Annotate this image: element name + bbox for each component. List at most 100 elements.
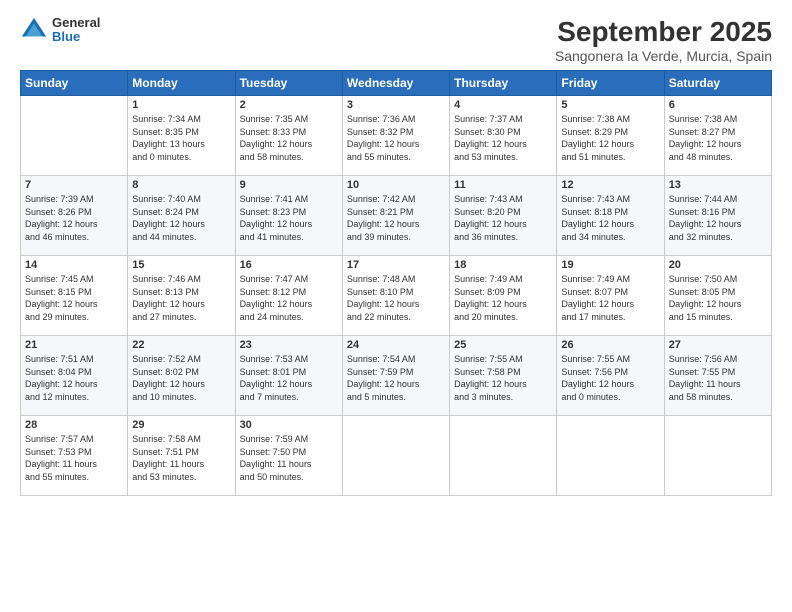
calendar-cell: 11 Sunrise: 7:43 AM Sunset: 8:20 PM Dayli… — [450, 176, 557, 256]
day-info: Sunrise: 7:49 AM Sunset: 8:09 PM Dayligh… — [454, 273, 552, 323]
location: Sangonera la Verde, Murcia, Spain — [555, 48, 772, 64]
day-number: 19 — [561, 259, 659, 271]
title-block: September 2025 Sangonera la Verde, Murci… — [555, 16, 772, 64]
day-info: Sunrise: 7:51 AM Sunset: 8:04 PM Dayligh… — [25, 353, 123, 403]
day-number: 8 — [132, 179, 230, 191]
col-sunday: Sunday — [21, 71, 128, 96]
day-info: Sunrise: 7:54 AM Sunset: 7:59 PM Dayligh… — [347, 353, 445, 403]
day-number: 21 — [25, 339, 123, 351]
day-info: Sunrise: 7:40 AM Sunset: 8:24 PM Dayligh… — [132, 193, 230, 243]
calendar-cell: 17 Sunrise: 7:48 AM Sunset: 8:10 PM Dayli… — [342, 256, 449, 336]
calendar-cell: 1 Sunrise: 7:34 AM Sunset: 8:35 PM Daylig… — [128, 96, 235, 176]
day-info: Sunrise: 7:52 AM Sunset: 8:02 PM Dayligh… — [132, 353, 230, 403]
day-number: 15 — [132, 259, 230, 271]
day-info: Sunrise: 7:45 AM Sunset: 8:15 PM Dayligh… — [25, 273, 123, 323]
calendar-cell: 10Sunrise: 7:42 AM Sunset: 8:21 PM Dayli… — [342, 176, 449, 256]
calendar-week-4: 21 Sunrise: 7:51 AM Sunset: 8:04 PM Dayli… — [21, 336, 772, 416]
calendar-week-3: 14 Sunrise: 7:45 AM Sunset: 8:15 PM Dayli… — [21, 256, 772, 336]
day-info: Sunrise: 7:59 AM Sunset: 7:50 PM Dayligh… — [240, 433, 338, 483]
day-info: Sunrise: 7:46 AM Sunset: 8:13 PM Dayligh… — [132, 273, 230, 323]
calendar-cell: 18 Sunrise: 7:49 AM Sunset: 8:09 PM Dayli… — [450, 256, 557, 336]
calendar-cell: 3Sunrise: 7:36 AM Sunset: 8:32 PM Daylig… — [342, 96, 449, 176]
col-friday: Friday — [557, 71, 664, 96]
day-number: 24 — [347, 339, 445, 351]
calendar-cell: 26 Sunrise: 7:55 AM Sunset: 7:56 PM Dayli… — [557, 336, 664, 416]
calendar-cell: 21 Sunrise: 7:51 AM Sunset: 8:04 PM Dayli… — [21, 336, 128, 416]
day-number: 27 — [669, 339, 767, 351]
logo-general: General — [52, 16, 100, 30]
calendar-page: General Blue September 2025 Sangonera la… — [0, 0, 792, 612]
day-number: 26 — [561, 339, 659, 351]
logo: General Blue — [20, 16, 100, 45]
calendar-cell: 4Sunrise: 7:37 AM Sunset: 8:30 PM Daylig… — [450, 96, 557, 176]
day-info: Sunrise: 7:53 AM Sunset: 8:01 PM Dayligh… — [240, 353, 338, 403]
calendar-cell: 8 Sunrise: 7:40 AM Sunset: 8:24 PM Daylig… — [128, 176, 235, 256]
calendar-cell: 14 Sunrise: 7:45 AM Sunset: 8:15 PM Dayli… — [21, 256, 128, 336]
page-header: General Blue September 2025 Sangonera la… — [20, 16, 772, 64]
day-number: 16 — [240, 259, 338, 271]
calendar-table: Sunday Monday Tuesday Wednesday Thursday… — [20, 70, 772, 496]
calendar-cell: 5Sunrise: 7:38 AM Sunset: 8:29 PM Daylig… — [557, 96, 664, 176]
calendar-cell — [21, 96, 128, 176]
calendar-cell: 12 Sunrise: 7:43 AM Sunset: 8:18 PM Dayli… — [557, 176, 664, 256]
day-number: 13 — [669, 179, 767, 191]
day-info: Sunrise: 7:57 AM Sunset: 7:53 PM Dayligh… — [25, 433, 123, 483]
calendar-cell — [342, 416, 449, 496]
day-info: Sunrise: 7:49 AM Sunset: 8:07 PM Dayligh… — [561, 273, 659, 323]
day-number: 12 — [561, 179, 659, 191]
day-info: Sunrise: 7:35 AM Sunset: 8:33 PM Dayligh… — [240, 113, 338, 163]
logo-icon — [20, 16, 48, 44]
day-number: 25 — [454, 339, 552, 351]
day-number: 4 — [454, 99, 552, 111]
calendar-cell — [450, 416, 557, 496]
header-row: Sunday Monday Tuesday Wednesday Thursday… — [21, 71, 772, 96]
calendar-cell — [557, 416, 664, 496]
day-number: 9 — [240, 179, 338, 191]
day-number: 1 — [132, 99, 230, 111]
calendar-cell — [664, 416, 771, 496]
calendar-cell: 27 Sunrise: 7:56 AM Sunset: 7:55 PM Dayli… — [664, 336, 771, 416]
logo-blue: Blue — [52, 30, 100, 44]
day-info: Sunrise: 7:41 AM Sunset: 8:23 PM Dayligh… — [240, 193, 338, 243]
calendar-week-1: 1 Sunrise: 7:34 AM Sunset: 8:35 PM Daylig… — [21, 96, 772, 176]
calendar-cell: 24 Sunrise: 7:54 AM Sunset: 7:59 PM Dayli… — [342, 336, 449, 416]
calendar-cell: 22 Sunrise: 7:52 AM Sunset: 8:02 PM Dayli… — [128, 336, 235, 416]
col-wednesday: Wednesday — [342, 71, 449, 96]
day-info: Sunrise: 7:43 AM Sunset: 8:18 PM Dayligh… — [561, 193, 659, 243]
calendar-cell: 25 Sunrise: 7:55 AM Sunset: 7:58 PM Dayli… — [450, 336, 557, 416]
day-info: Sunrise: 7:38 AM Sunset: 8:29 PM Dayligh… — [561, 113, 659, 163]
calendar-cell: 13 Sunrise: 7:44 AM Sunset: 8:16 PM Dayli… — [664, 176, 771, 256]
day-info: Sunrise: 7:48 AM Sunset: 8:10 PM Dayligh… — [347, 273, 445, 323]
day-info: Sunrise: 7:39 AM Sunset: 8:26 PM Dayligh… — [25, 193, 123, 243]
day-number: 3 — [347, 99, 445, 111]
day-info: Sunrise: 7:44 AM Sunset: 8:16 PM Dayligh… — [669, 193, 767, 243]
day-number: 17 — [347, 259, 445, 271]
calendar-week-2: 7 Sunrise: 7:39 AM Sunset: 8:26 PM Daylig… — [21, 176, 772, 256]
day-info: Sunrise: 7:34 AM Sunset: 8:35 PM Dayligh… — [132, 113, 230, 163]
day-number: 14 — [25, 259, 123, 271]
day-number: 30 — [240, 419, 338, 431]
day-number: 11 — [454, 179, 552, 191]
calendar-cell: 23Sunrise: 7:53 AM Sunset: 8:01 PM Dayli… — [235, 336, 342, 416]
calendar-cell: 19 Sunrise: 7:49 AM Sunset: 8:07 PM Dayli… — [557, 256, 664, 336]
calendar-cell: 7 Sunrise: 7:39 AM Sunset: 8:26 PM Daylig… — [21, 176, 128, 256]
day-info: Sunrise: 7:55 AM Sunset: 7:58 PM Dayligh… — [454, 353, 552, 403]
day-number: 20 — [669, 259, 767, 271]
day-info: Sunrise: 7:55 AM Sunset: 7:56 PM Dayligh… — [561, 353, 659, 403]
day-number: 28 — [25, 419, 123, 431]
day-number: 29 — [132, 419, 230, 431]
day-number: 22 — [132, 339, 230, 351]
calendar-week-5: 28 Sunrise: 7:57 AM Sunset: 7:53 PM Dayli… — [21, 416, 772, 496]
col-thursday: Thursday — [450, 71, 557, 96]
calendar-cell: 28 Sunrise: 7:57 AM Sunset: 7:53 PM Dayli… — [21, 416, 128, 496]
day-info: Sunrise: 7:56 AM Sunset: 7:55 PM Dayligh… — [669, 353, 767, 403]
day-number: 10 — [347, 179, 445, 191]
logo-text: General Blue — [52, 16, 100, 45]
day-number: 18 — [454, 259, 552, 271]
day-number: 2 — [240, 99, 338, 111]
calendar-cell: 2 Sunrise: 7:35 AM Sunset: 8:33 PM Daylig… — [235, 96, 342, 176]
col-monday: Monday — [128, 71, 235, 96]
day-info: Sunrise: 7:43 AM Sunset: 8:20 PM Dayligh… — [454, 193, 552, 243]
day-number: 7 — [25, 179, 123, 191]
calendar-cell: 16Sunrise: 7:47 AM Sunset: 8:12 PM Dayli… — [235, 256, 342, 336]
